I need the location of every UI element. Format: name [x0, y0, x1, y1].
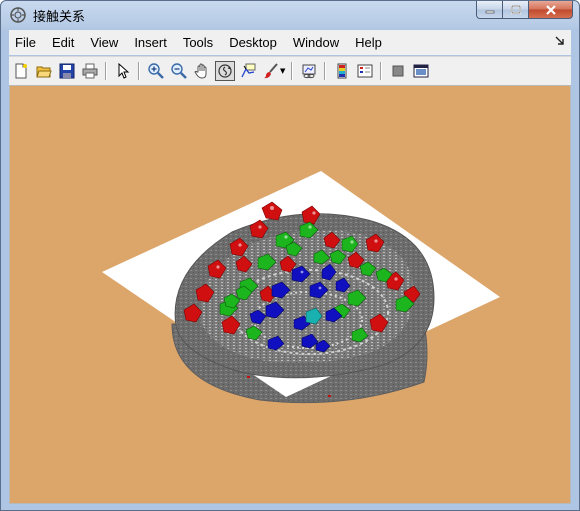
minimize-icon: [485, 10, 494, 13]
legend-button[interactable]: [355, 61, 375, 81]
menu-insert[interactable]: Insert: [126, 35, 175, 50]
open-file-button[interactable]: [34, 61, 54, 81]
toolbar-separator: [291, 62, 294, 80]
data-cursor-icon: [241, 63, 256, 78]
zoom-out-icon: [171, 63, 187, 79]
legend-icon: [357, 64, 373, 78]
maximize-icon: [510, 5, 521, 14]
menu-desktop[interactable]: Desktop: [221, 35, 285, 50]
menu-file[interactable]: File: [9, 35, 44, 50]
pan-button[interactable]: [192, 61, 212, 81]
rotate-3d-icon: [218, 64, 232, 78]
caption-buttons: [476, 1, 573, 21]
link-plot-button[interactable]: [299, 61, 319, 81]
pointer-icon: [118, 63, 130, 79]
data-cursor-button[interactable]: [238, 61, 258, 81]
print-button[interactable]: [80, 61, 100, 81]
title-bar[interactable]: 接触关系: [1, 1, 579, 29]
hide-plot-tools-button[interactable]: [388, 61, 408, 81]
new-figure-icon: [15, 63, 27, 79]
menu-view[interactable]: View: [82, 35, 126, 50]
maximize-button[interactable]: [503, 1, 529, 19]
window-title: 接触关系: [33, 10, 86, 25]
new-figure-button[interactable]: [11, 61, 31, 81]
pan-hand-icon: [194, 63, 207, 79]
figure-toolbar: ▼: [9, 56, 571, 85]
brush-button[interactable]: [261, 61, 281, 81]
3d-scene[interactable]: [10, 86, 570, 503]
menu-window[interactable]: Window: [285, 35, 347, 50]
debris-fragment: [328, 395, 331, 397]
link-plot-icon: [302, 64, 316, 79]
pointer-button[interactable]: [113, 61, 133, 81]
colorbar-icon: [337, 63, 347, 79]
zoom-out-button[interactable]: [169, 61, 189, 81]
debris-fragment: [247, 376, 250, 378]
print-icon: [82, 63, 98, 79]
figure-axes[interactable]: [9, 85, 571, 504]
brush-icon: [264, 63, 278, 79]
close-button[interactable]: [529, 1, 573, 19]
figure-window: 接触关系 File Edit View Insert Tools Desktop…: [0, 0, 580, 511]
show-plot-tools-button[interactable]: [411, 61, 431, 81]
colorbar-button[interactable]: [332, 61, 352, 81]
toolbar-separator: [324, 62, 327, 80]
save-button[interactable]: [57, 61, 77, 81]
rotate-3d-button[interactable]: [215, 61, 235, 81]
minimize-button[interactable]: [476, 1, 503, 19]
zoom-in-icon: [148, 63, 164, 79]
dock-arrow-icon[interactable]: [555, 36, 565, 46]
brush-dropdown-icon[interactable]: ▼: [280, 67, 285, 75]
close-icon: [545, 4, 556, 15]
hide-plot-tools-icon: [392, 65, 404, 77]
menu-tools[interactable]: Tools: [175, 35, 221, 50]
show-plot-tools-icon: [413, 64, 429, 78]
matlab-figure-icon: [10, 7, 26, 23]
toolbar-separator: [138, 62, 140, 80]
save-icon: [59, 63, 75, 79]
toolbar-separator: [105, 62, 107, 80]
toolbar-separator: [380, 62, 383, 80]
menu-edit[interactable]: Edit: [44, 35, 82, 50]
menu-bar: File Edit View Insert Tools Desktop Wind…: [9, 30, 571, 55]
zoom-in-button[interactable]: [146, 61, 166, 81]
open-file-icon: [36, 66, 52, 78]
menu-help[interactable]: Help: [347, 35, 390, 50]
